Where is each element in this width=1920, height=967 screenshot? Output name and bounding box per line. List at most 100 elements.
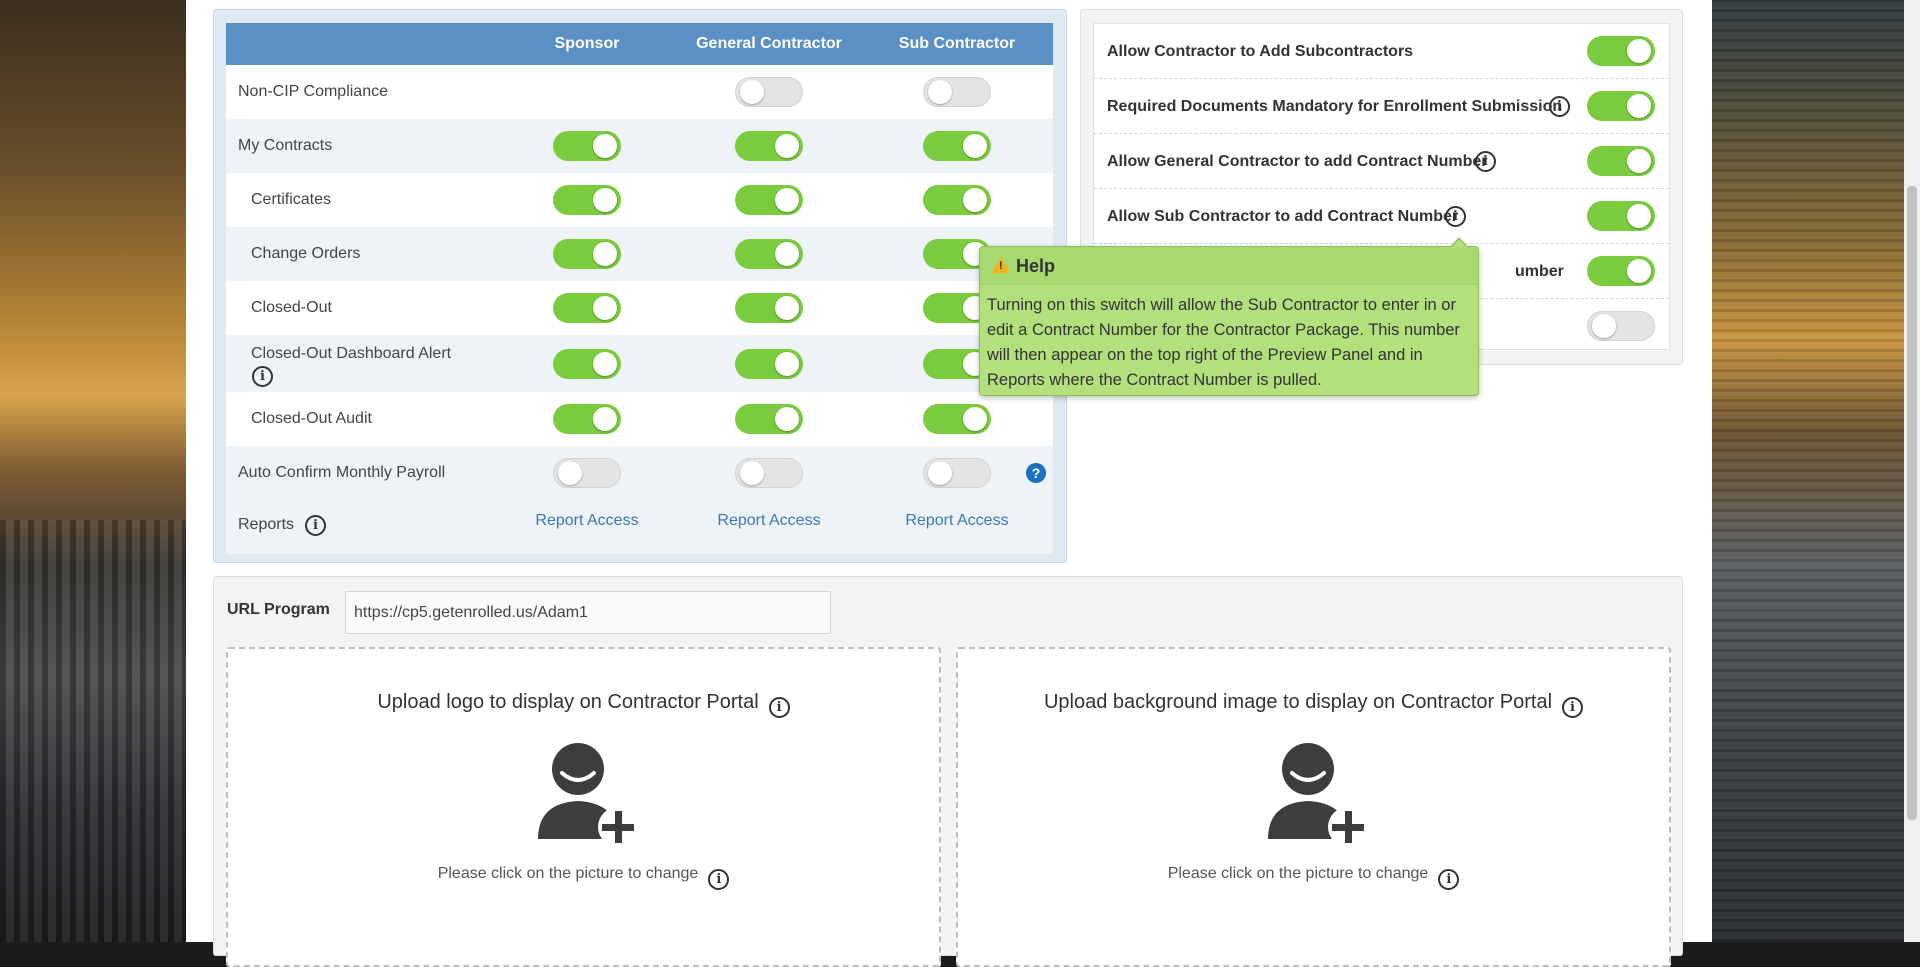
upload-background-dropzone[interactable]: Upload background image to display on Co…: [956, 647, 1671, 967]
setting-label: umber: [1515, 263, 1564, 280]
toggle-knob: [775, 352, 799, 376]
col-header-sponsor: Sponsor: [554, 35, 620, 52]
sub-contractor-toggle[interactable]: [923, 131, 991, 161]
setting-toggle[interactable]: [1587, 311, 1655, 341]
permission-row: Certificates: [226, 173, 1053, 227]
toggle-knob: [1592, 314, 1616, 338]
sponsor-toggle[interactable]: [553, 404, 621, 434]
permission-row-label: Auto Confirm Monthly Payroll: [238, 464, 446, 481]
upload-background-title: Upload background image to display on Co…: [958, 691, 1669, 718]
toggle-knob: [593, 188, 617, 212]
toggle-knob: [1627, 149, 1651, 173]
upload-background-hint-info-icon[interactable]: i: [1438, 869, 1460, 890]
toggle-knob: [775, 242, 799, 266]
toggle-knob: [1627, 39, 1651, 63]
portal-branding-panel: URL Program Upload logo to display on Co…: [213, 576, 1683, 967]
help-tooltip: ! Help Turning on this switch will allow…: [979, 237, 1479, 396]
closed-out-alert-info-icon[interactable]: i: [252, 366, 273, 387]
warning-icon: !: [992, 257, 1010, 273]
upload-logo-title: Upload logo to display on Contractor Por…: [228, 691, 939, 718]
sub-contractor-toggle[interactable]: [923, 404, 991, 434]
col-header-sub-contractor: Sub Contractor: [898, 35, 1016, 52]
setting-info-icon[interactable]: i: [1549, 96, 1570, 117]
permission-row: My Contracts: [226, 119, 1053, 173]
setting-toggle[interactable]: [1587, 91, 1655, 121]
setting-toggle[interactable]: [1587, 146, 1655, 176]
add-user-icon[interactable]: [1266, 739, 1372, 845]
toggle-knob: [558, 461, 582, 485]
setting-info-icon[interactable]: i: [1475, 151, 1496, 172]
sponsor-toggle[interactable]: [553, 239, 621, 269]
upload-logo-info-icon[interactable]: i: [768, 697, 790, 718]
permission-row: Closed-Out Dashboard Alert i: [226, 335, 1053, 392]
toggle-knob: [593, 242, 617, 266]
toggle-knob: [740, 461, 764, 485]
permission-row-label: Change Orders: [251, 245, 361, 262]
toggle-knob: [593, 134, 617, 158]
toggle-knob: [593, 296, 617, 320]
sponsor-toggle[interactable]: [553, 349, 621, 379]
add-user-icon[interactable]: [536, 739, 642, 845]
sponsor-toggle[interactable]: [553, 185, 621, 215]
help-tooltip-title: Help: [1016, 256, 1056, 276]
toggle-knob: [593, 407, 617, 431]
sc-report-access-link[interactable]: Report Access: [905, 512, 1008, 530]
sponsor-toggle[interactable]: [553, 458, 621, 488]
upload-logo-hint-info-icon[interactable]: i: [708, 869, 730, 890]
reports-info-icon[interactable]: i: [305, 515, 326, 536]
upload-background-info-icon[interactable]: i: [1562, 697, 1584, 718]
toggle-knob: [1627, 204, 1651, 228]
permission-row-label: My Contracts: [238, 137, 333, 154]
toggle-knob: [963, 134, 987, 158]
scrollbar-thumb[interactable]: [1907, 186, 1917, 820]
permissions-panel: Sponsor General Contractor Sub Contracto…: [213, 9, 1067, 563]
reports-row: Reports i Report Access Report Access Re…: [226, 500, 1053, 554]
general-contractor-toggle[interactable]: [735, 349, 803, 379]
general-contractor-toggle[interactable]: [735, 185, 803, 215]
gc-report-access-link[interactable]: Report Access: [717, 512, 820, 530]
permission-row: Closed-Out: [226, 281, 1053, 335]
setting-label: Allow Sub Contractor to add Contract Num…: [1107, 208, 1459, 225]
setting-row: Allow Contractor to Add Subcontractors: [1094, 24, 1669, 79]
question-help-icon[interactable]: ?: [1026, 463, 1046, 483]
setting-toggle[interactable]: [1587, 201, 1655, 231]
toggle-knob: [775, 188, 799, 212]
upload-logo-hint: Please click on the picture to change i: [228, 865, 939, 890]
permission-row-label: Closed-Out Audit: [251, 410, 372, 427]
help-tooltip-body: Turning on this switch will allow the Su…: [987, 296, 1460, 389]
general-contractor-toggle[interactable]: [735, 77, 803, 107]
general-contractor-toggle[interactable]: [735, 404, 803, 434]
permission-row-label: Certificates: [251, 191, 332, 208]
col-header-general-contractor: General Contractor: [696, 35, 842, 52]
toggle-knob: [775, 407, 799, 431]
setting-row: Required Documents Mandatory for Enrollm…: [1094, 79, 1669, 134]
background-photo-left: [0, 0, 186, 942]
toggle-knob: [740, 80, 764, 104]
toggle-knob: [963, 407, 987, 431]
setting-toggle[interactable]: [1587, 36, 1655, 66]
sub-contractor-toggle[interactable]: [923, 185, 991, 215]
permission-row-label: Closed-Out: [251, 299, 332, 316]
help-tooltip-header: ! Help: [980, 247, 1478, 285]
page-scrollbar[interactable]: [1904, 0, 1920, 942]
upload-logo-dropzone[interactable]: Upload logo to display on Contractor Por…: [226, 647, 941, 967]
permissions-table: Sponsor General Contractor Sub Contracto…: [226, 23, 1053, 554]
setting-toggle[interactable]: [1587, 256, 1655, 286]
general-contractor-toggle[interactable]: [735, 239, 803, 269]
permission-row: Closed-Out Audit: [226, 392, 1053, 446]
sponsor-toggle[interactable]: [553, 131, 621, 161]
toggle-knob: [928, 80, 952, 104]
sponsor-report-access-link[interactable]: Report Access: [535, 512, 638, 530]
reports-label: Reports: [238, 516, 295, 533]
sub-contractor-toggle[interactable]: [923, 458, 991, 488]
general-contractor-toggle[interactable]: [735, 131, 803, 161]
background-photo-right: [1712, 0, 1904, 942]
setting-row: Allow General Contractor to add Contract…: [1094, 134, 1669, 189]
sponsor-toggle[interactable]: [553, 293, 621, 323]
url-program-input[interactable]: [345, 591, 831, 634]
sub-contractor-toggle[interactable]: [923, 77, 991, 107]
general-contractor-toggle[interactable]: [735, 293, 803, 323]
setting-info-icon[interactable]: i: [1445, 206, 1466, 227]
toggle-knob: [1627, 259, 1651, 283]
general-contractor-toggle[interactable]: [735, 458, 803, 488]
